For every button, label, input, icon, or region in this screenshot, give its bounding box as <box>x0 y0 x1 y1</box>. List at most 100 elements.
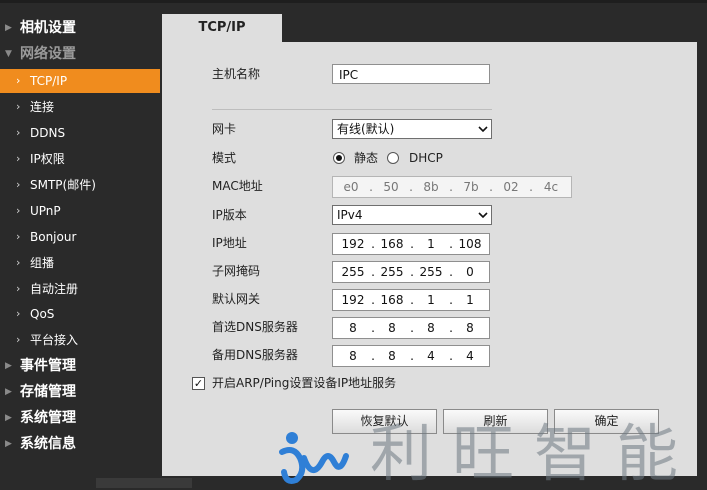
ip-address-label: IP地址 <box>212 236 247 250</box>
ip-address-field[interactable]: 192 . 168 . 1 . 108 <box>332 233 490 255</box>
sidebar-item-platform-access[interactable]: › 平台接入 <box>0 328 160 352</box>
bottom-strip <box>96 478 192 488</box>
sidebar-item-label: 自动注册 <box>30 282 79 296</box>
caret-right-icon: ▶ <box>5 387 12 397</box>
mac-octet: 8b <box>423 180 439 194</box>
sidebar-item-multicast[interactable]: › 组播 <box>0 251 160 275</box>
mac-label: MAC地址 <box>212 179 263 193</box>
sidebar-section-event[interactable]: ▶ 事件管理 <box>0 354 162 378</box>
caret-right-icon: ▶ <box>5 23 12 33</box>
gateway-octet[interactable]: 192 <box>335 290 371 310</box>
chevron-right-icon: › <box>16 152 21 165</box>
subnet-mask-field[interactable]: 255 . 255 . 255 . 0 <box>332 261 490 283</box>
sidebar-item-label: 平台接入 <box>30 333 79 347</box>
mac-octet: e0 <box>343 180 359 194</box>
ip-octet[interactable]: 108 <box>452 234 488 254</box>
dns-octet[interactable]: 4 <box>413 346 449 366</box>
sidebar-item-label: IP权限 <box>30 152 65 166</box>
dns-primary-field[interactable]: 8 . 8 . 8 . 8 <box>332 317 490 339</box>
top-bar <box>0 0 707 3</box>
dns-octet[interactable]: 8 <box>452 318 488 338</box>
arp-ping-checkbox[interactable]: ✓ <box>192 377 205 390</box>
sidebar-item-ip-permission[interactable]: › IP权限 <box>0 147 160 171</box>
chevron-right-icon: › <box>16 178 21 191</box>
dns-octet[interactable]: 8 <box>374 346 410 366</box>
sidebar-item-upnp[interactable]: › UPnP <box>0 199 160 223</box>
sidebar-section-label: 存储管理 <box>20 384 76 400</box>
sidebar-item-ddns[interactable]: › DDNS <box>0 121 160 145</box>
mask-octet[interactable]: 0 <box>452 262 488 282</box>
caret-right-icon: ▶ <box>5 361 12 371</box>
chevron-right-icon: › <box>16 256 21 269</box>
mode-dhcp-label: DHCP <box>409 151 443 165</box>
sidebar-section-label: 网络设置 <box>20 46 76 62</box>
ip-octet[interactable]: 192 <box>335 234 371 254</box>
mask-octet[interactable]: 255 <box>413 262 449 282</box>
sidebar-item-label: QoS <box>30 307 55 321</box>
sidebar-item-label: SMTP(邮件) <box>30 178 96 192</box>
dns-octet[interactable]: 8 <box>413 318 449 338</box>
chevron-right-icon: › <box>16 333 21 346</box>
subnet-mask-label: 子网掩码 <box>212 264 261 278</box>
sidebar-section-camera[interactable]: ▶ 相机设置 <box>0 16 162 40</box>
sidebar-item-connection[interactable]: › 连接 <box>0 95 160 119</box>
sidebar-item-label: DDNS <box>30 126 66 140</box>
dns-octet[interactable]: 4 <box>452 346 488 366</box>
dns-octet[interactable]: 8 <box>374 318 410 338</box>
mac-octet: 50 <box>383 180 399 194</box>
watermark: 利旺智能 <box>278 420 707 488</box>
arp-ping-label: 开启ARP/Ping设置设备IP地址服务 <box>212 376 397 390</box>
chevron-right-icon: › <box>16 307 21 320</box>
dns-octet[interactable]: 8 <box>335 346 371 366</box>
sidebar-section-label: 系统管理 <box>20 410 76 426</box>
gateway-label: 默认网关 <box>212 292 261 306</box>
sidebar-item-tcpip[interactable]: › TCP/IP <box>0 69 160 93</box>
gateway-octet[interactable]: 168 <box>374 290 410 310</box>
ip-octet[interactable]: 1 <box>413 234 449 254</box>
tab-tcpip[interactable]: TCP/IP <box>162 14 282 42</box>
hostname-input[interactable]: IPC <box>332 64 490 84</box>
sidebar-item-label: UPnP <box>30 204 61 218</box>
sidebar-item-auto-register[interactable]: › 自动注册 <box>0 277 160 301</box>
sidebar-item-smtp[interactable]: › SMTP(邮件) <box>0 173 160 197</box>
gateway-field[interactable]: 192 . 168 . 1 . 1 <box>332 289 490 311</box>
sidebar-item-qos[interactable]: › QoS <box>0 302 160 326</box>
mode-label: 模式 <box>212 151 237 165</box>
chevron-down-icon <box>478 126 488 133</box>
dns-secondary-field[interactable]: 8 . 8 . 4 . 4 <box>332 345 490 367</box>
nic-select[interactable]: 有线(默认) <box>332 119 492 139</box>
mask-octet[interactable]: 255 <box>374 262 410 282</box>
sidebar-section-system[interactable]: ▶ 系统管理 <box>0 406 162 430</box>
sidebar-section-network[interactable]: ▼ 网络设置 <box>0 42 162 66</box>
chevron-right-icon: › <box>16 100 21 113</box>
sidebar-section-info[interactable]: ▶ 系统信息 <box>0 432 162 456</box>
sidebar-section-label: 相机设置 <box>20 20 76 36</box>
mask-octet[interactable]: 255 <box>335 262 371 282</box>
gateway-octet[interactable]: 1 <box>452 290 488 310</box>
divider <box>212 109 492 110</box>
dns-primary-label: 首选DNS服务器 <box>212 320 298 334</box>
mac-octet: 02 <box>503 180 519 194</box>
caret-right-icon: ▶ <box>5 439 12 449</box>
sidebar-item-bonjour[interactable]: › Bonjour <box>0 225 160 249</box>
chevron-right-icon: › <box>16 204 21 217</box>
sidebar-item-label: 连接 <box>30 100 55 114</box>
brand-logo-icon <box>279 432 349 484</box>
dns-secondary-label: 备用DNS服务器 <box>212 348 298 362</box>
sidebar-item-label: 组播 <box>30 256 55 270</box>
caret-down-icon: ▼ <box>5 49 12 59</box>
sidebar: ▶ 相机设置 ▼ 网络设置 › TCP/IP › 连接 › DDNS › IP权… <box>0 14 162 488</box>
ip-version-select[interactable]: IPv4 <box>332 205 492 225</box>
tcpip-form-panel: 主机名称 IPC 网卡 有线(默认) 模式 静态 DHCP MAC地址 e0 .… <box>162 42 697 476</box>
ip-octet[interactable]: 168 <box>374 234 410 254</box>
ip-version-label: IP版本 <box>212 208 247 222</box>
chevron-right-icon: › <box>16 282 21 295</box>
chevron-right-icon: › <box>16 74 21 87</box>
mode-static-radio[interactable] <box>333 152 345 164</box>
gateway-octet[interactable]: 1 <box>413 290 449 310</box>
hostname-label: 主机名称 <box>212 67 261 81</box>
mode-dhcp-radio[interactable] <box>387 152 399 164</box>
dns-octet[interactable]: 8 <box>335 318 371 338</box>
sidebar-item-label: Bonjour <box>30 230 77 244</box>
sidebar-section-storage[interactable]: ▶ 存储管理 <box>0 380 162 404</box>
